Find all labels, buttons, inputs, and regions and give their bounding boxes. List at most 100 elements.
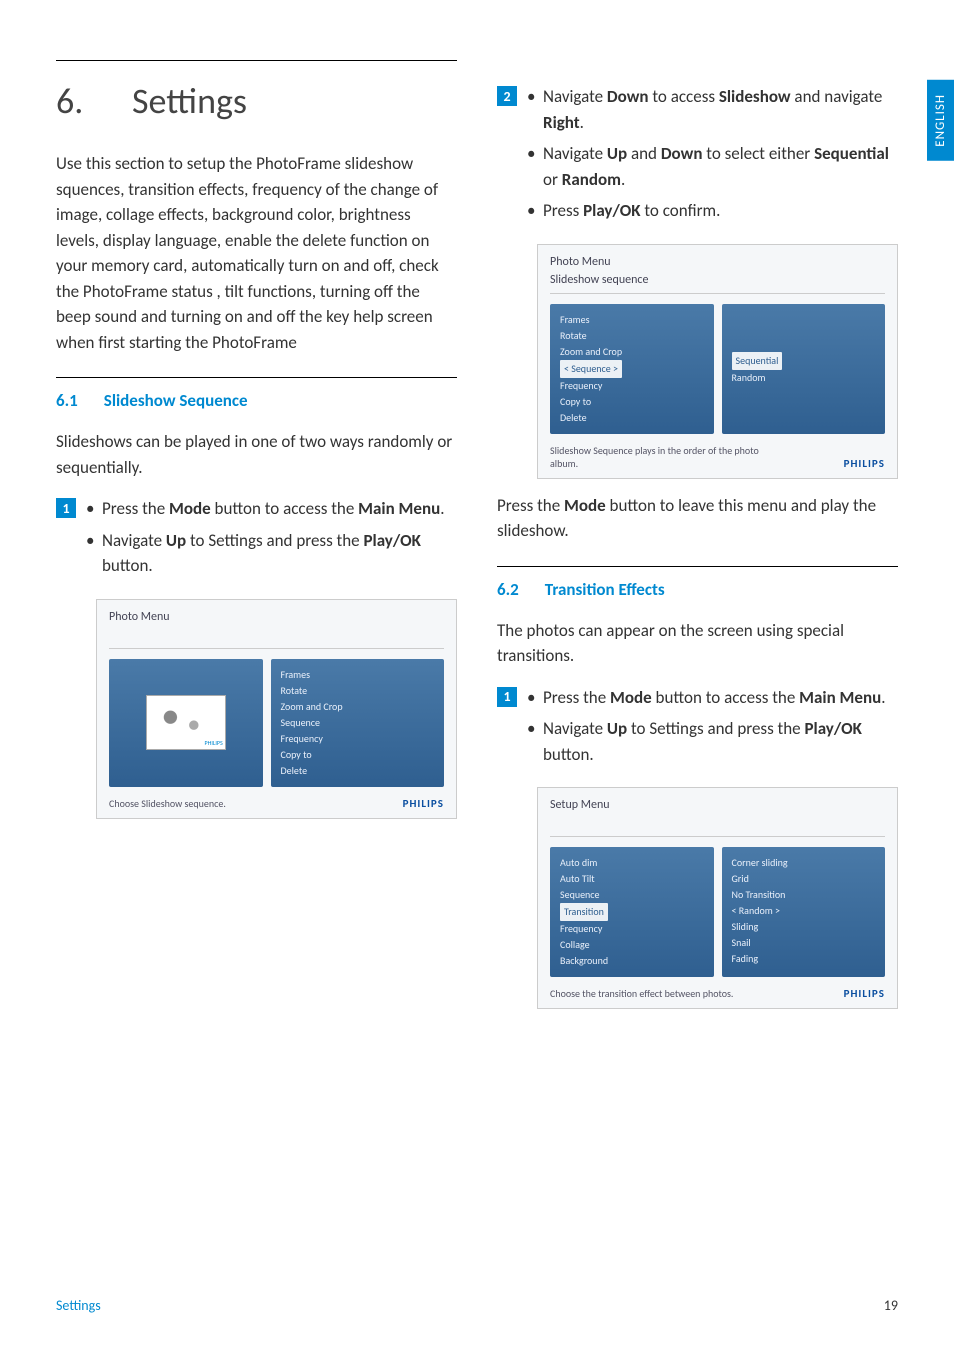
menu-item: Zoom and Crop bbox=[281, 699, 435, 715]
philips-logo: PHILIPS bbox=[403, 797, 444, 810]
menu-item: Background bbox=[560, 953, 704, 969]
section-heading-62: 6.2 Transition Effects bbox=[497, 579, 898, 600]
t: to select either bbox=[702, 143, 814, 164]
page-content: 6. Settings Use this section to setup th… bbox=[0, 0, 954, 1073]
t: Navigate bbox=[102, 530, 166, 551]
menu-item: Grid bbox=[732, 871, 876, 887]
step-badge: 1 bbox=[497, 687, 517, 707]
step-item: Navigate Up to Settings and press the Pl… bbox=[527, 716, 898, 767]
ds-thumbnail-panel: PHILIPS bbox=[109, 659, 263, 787]
ds-menu-right: Sequential Random bbox=[722, 304, 886, 434]
ds-menu-panel: Frames Rotate Zoom and Crop Sequence Fre… bbox=[271, 659, 445, 787]
step-content: Press the Mode button to access the Main… bbox=[527, 685, 898, 774]
t: Play/OK bbox=[583, 200, 640, 221]
step-item: Navigate Down to access Slideshow and na… bbox=[527, 84, 898, 135]
menu-item: Auto Tilt bbox=[560, 871, 704, 887]
t: Right bbox=[543, 112, 580, 133]
t: Mode bbox=[610, 687, 652, 708]
page-number: 19 bbox=[884, 1297, 898, 1314]
menu-item: Sequence bbox=[281, 715, 435, 731]
t: Press bbox=[543, 200, 583, 221]
figure-screen-2: Photo Menu Slideshow sequence Frames Rot… bbox=[537, 244, 898, 479]
rule bbox=[497, 566, 898, 567]
t: PHILIPS bbox=[205, 739, 223, 747]
section61-intro: Slideshows can be played in one of two w… bbox=[56, 429, 457, 480]
t: . bbox=[580, 112, 584, 133]
t: Up bbox=[607, 143, 627, 164]
t: Sequential bbox=[814, 143, 889, 164]
ds-menu-right: Corner sliding Grid No Transition < Rand… bbox=[722, 847, 886, 977]
step-item: Navigate Up to Settings and press the Pl… bbox=[86, 528, 457, 579]
language-tab: ENGLISH bbox=[927, 80, 954, 161]
t: and navigate bbox=[791, 86, 883, 107]
ds-title: Photo Menu bbox=[550, 255, 885, 269]
menu-item: Fading bbox=[732, 951, 876, 967]
menu-item-selected: Transition bbox=[560, 903, 608, 921]
t: Down bbox=[661, 143, 703, 164]
menu-item: Copy to bbox=[560, 394, 704, 410]
t: . bbox=[881, 687, 885, 708]
step-content: Press the Mode button to access the Main… bbox=[86, 496, 457, 585]
ds-hint: Slideshow Sequence plays in the order of… bbox=[550, 444, 768, 470]
menu-item: Sliding bbox=[732, 919, 876, 935]
menu-item: Sequence bbox=[560, 887, 704, 903]
section-title: Slideshow Sequence bbox=[104, 390, 248, 411]
chapter-title: Settings bbox=[132, 79, 247, 123]
after-screen2-text: Press the Mode button to leave this menu… bbox=[497, 493, 898, 544]
t: button to access the bbox=[211, 498, 358, 519]
ds-hint: Choose Slideshow sequence. bbox=[109, 797, 226, 810]
ds-menu-left: Frames Rotate Zoom and Crop < Sequence >… bbox=[550, 304, 714, 434]
step-item: Press the Mode button to access the Main… bbox=[86, 496, 457, 522]
menu-item: Frequency bbox=[281, 731, 435, 747]
t: Main Menu bbox=[799, 687, 881, 708]
menu-item: Corner sliding bbox=[732, 855, 876, 871]
t: Play/OK bbox=[364, 530, 421, 551]
t: button to access the bbox=[652, 687, 799, 708]
t: Navigate bbox=[543, 86, 607, 107]
t: to Settings and press the bbox=[186, 530, 363, 551]
menu-item: Frames bbox=[560, 312, 704, 328]
rule bbox=[56, 60, 457, 61]
t: to confirm. bbox=[641, 200, 721, 221]
menu-item: Frequency bbox=[560, 378, 704, 394]
ds-sub bbox=[550, 816, 885, 837]
t: Up bbox=[607, 718, 627, 739]
chapter-heading: 6. Settings bbox=[56, 79, 457, 123]
ds-menu-left: Auto dim Auto Tilt Sequence Transition F… bbox=[550, 847, 714, 977]
page-footer: Settings 19 bbox=[56, 1297, 898, 1314]
t: Random bbox=[562, 169, 621, 190]
section-number: 6.2 bbox=[497, 579, 519, 600]
section-title: Transition Effects bbox=[545, 579, 665, 600]
menu-item: Snail bbox=[732, 935, 876, 951]
ds-hint: Choose the transition effect between pho… bbox=[550, 987, 733, 1000]
menu-item: No Transition bbox=[732, 887, 876, 903]
menu-item: Rotate bbox=[560, 328, 704, 344]
t: Slideshow bbox=[719, 86, 791, 107]
t: Down bbox=[607, 86, 649, 107]
step-62-1: 1 Press the Mode button to access the Ma… bbox=[497, 685, 898, 774]
t: Press the bbox=[102, 498, 169, 519]
step-item: Press Play/OK to confirm. bbox=[527, 198, 898, 224]
figure-screen-3: Setup Menu Auto dim Auto Tilt Sequence T… bbox=[537, 787, 898, 1009]
menu-item-selected: Sequential bbox=[732, 352, 783, 370]
step-badge: 1 bbox=[56, 498, 76, 518]
t: Press the bbox=[497, 495, 564, 516]
step-item: Press the Mode button to access the Main… bbox=[527, 685, 898, 711]
t: Mode bbox=[564, 495, 606, 516]
step-content: Navigate Down to access Slideshow and na… bbox=[527, 84, 898, 230]
t: or bbox=[543, 169, 562, 190]
right-column: 2 Navigate Down to access Slideshow and … bbox=[497, 60, 898, 1023]
t: to access bbox=[649, 86, 719, 107]
t: button. bbox=[543, 744, 594, 765]
t: Main Menu bbox=[358, 498, 440, 519]
ds-title: Photo Menu bbox=[109, 610, 444, 624]
menu-item: Collage bbox=[560, 937, 704, 953]
left-column: 6. Settings Use this section to setup th… bbox=[56, 60, 457, 1023]
step-item: Navigate Up and Down to select either Se… bbox=[527, 141, 898, 192]
section-number: 6.1 bbox=[56, 390, 78, 411]
t: . bbox=[621, 169, 625, 190]
menu-item: Random bbox=[732, 370, 876, 386]
ds-sub: Slideshow sequence bbox=[550, 273, 885, 294]
menu-item: < Random > bbox=[732, 903, 876, 919]
intro-paragraph: Use this section to setup the PhotoFrame… bbox=[56, 151, 457, 355]
